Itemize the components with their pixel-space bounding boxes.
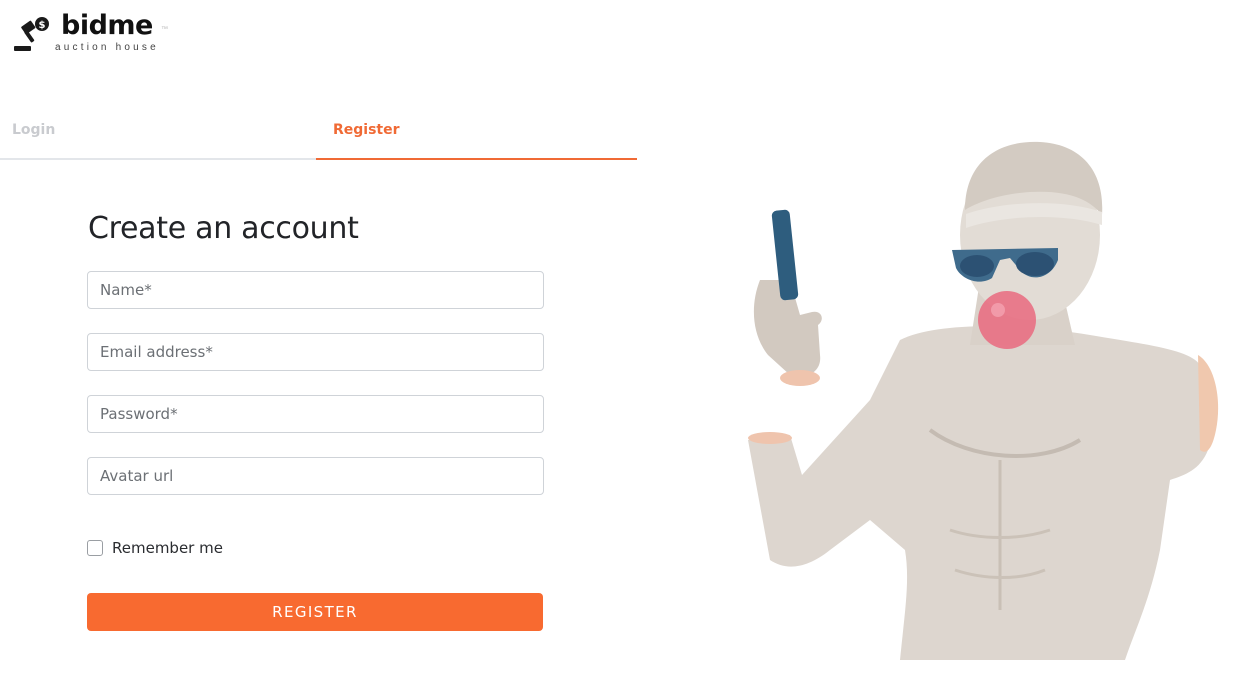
- remember-me-row: Remember me: [87, 538, 223, 558]
- remember-me-label[interactable]: Remember me: [112, 539, 223, 557]
- gavel-coin-icon: $: [14, 17, 49, 51]
- remember-me-checkbox[interactable]: [87, 540, 103, 556]
- brand-name: bidme: [61, 10, 153, 41]
- trademark-mark: ™: [161, 26, 168, 33]
- avatar-url-field[interactable]: [87, 457, 544, 495]
- tab-login[interactable]: Login: [0, 104, 316, 160]
- brand-logo[interactable]: $ bidme ™ auction house: [13, 10, 183, 56]
- page-title: Create an account: [88, 211, 359, 246]
- brand-tagline: auction house: [55, 42, 159, 53]
- register-button[interactable]: REGISTER: [87, 593, 543, 631]
- password-field[interactable]: [87, 395, 544, 433]
- email-field[interactable]: [87, 333, 544, 371]
- name-field[interactable]: [87, 271, 544, 309]
- auth-tabs: Login Register: [0, 104, 637, 160]
- statue-illustration: [748, 141, 1219, 660]
- svg-text:$: $: [39, 20, 46, 31]
- tab-register[interactable]: Register: [316, 104, 637, 160]
